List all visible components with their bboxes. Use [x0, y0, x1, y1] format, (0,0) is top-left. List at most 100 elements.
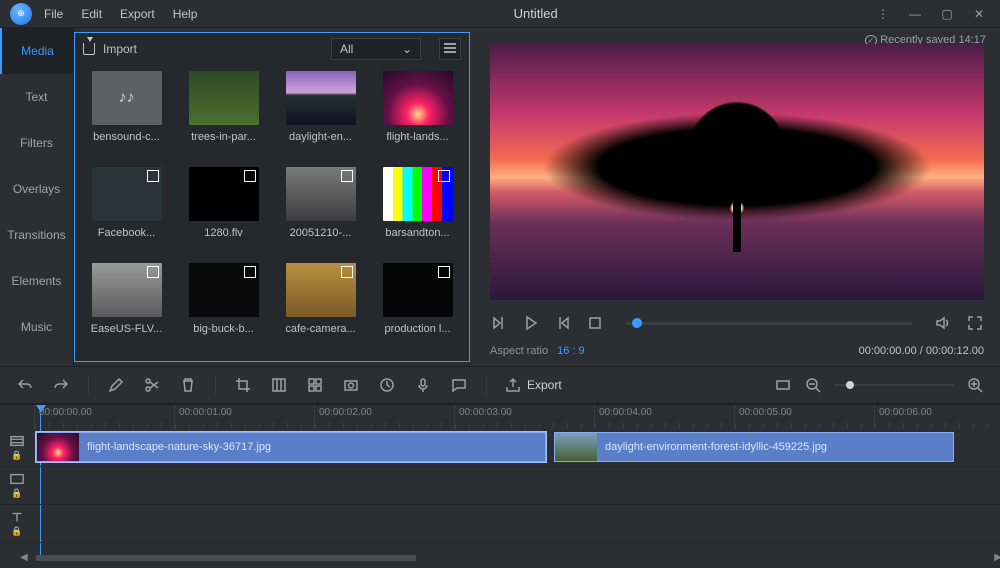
tab-filters[interactable]: Filters [0, 120, 73, 166]
ruler-mark: 00:00:05.00 [734, 405, 874, 429]
media-item[interactable]: daylight-en... [273, 71, 368, 161]
clip-label: daylight-environment-forest-idyllic-4592… [605, 441, 827, 453]
clip-label: flight-landscape-nature-sky-36717.jpg [87, 441, 271, 453]
aspect-value[interactable]: 16 : 9 [557, 345, 585, 357]
text-track-head[interactable]: 🔒 [0, 505, 34, 543]
scroll-right-icon[interactable]: ▶ [994, 552, 1000, 563]
volume-button[interactable] [934, 314, 952, 332]
media-item[interactable]: bensound-c... [79, 71, 174, 161]
video-badge-icon [341, 170, 353, 182]
settings-icon[interactable]: ⋮ [874, 7, 892, 21]
ruler-mark: 00:00:04.00 [594, 405, 734, 429]
zoom-frame-button[interactable] [270, 376, 288, 394]
media-item[interactable]: cafe-camera... [273, 263, 368, 353]
timeline-clip[interactable]: daylight-environment-forest-idyllic-4592… [554, 432, 954, 462]
tab-elements[interactable]: Elements [0, 258, 73, 304]
video-badge-icon [244, 266, 256, 278]
zoom-fit-button[interactable] [774, 376, 792, 394]
ruler-mark: 00:00:00.00 [34, 405, 174, 429]
media-item[interactable]: production l... [370, 263, 465, 353]
media-item[interactable]: big-buck-b... [176, 263, 271, 353]
minimize-button[interactable]: — [906, 7, 924, 21]
timeline-clip[interactable]: flight-landscape-nature-sky-36717.jpg [36, 432, 546, 462]
time-ruler[interactable]: 00:00:00.00 00:00:01.00 00:00:02.00 00:0… [34, 405, 1000, 429]
fullscreen-button[interactable] [966, 314, 984, 332]
duration-button[interactable] [378, 376, 396, 394]
media-item[interactable]: barsandton... [370, 167, 465, 257]
menu-file[interactable]: File [44, 7, 63, 21]
edit-pencil-button[interactable] [107, 376, 125, 394]
scroll-left-icon[interactable]: ◀ [20, 552, 28, 563]
voiceover-button[interactable] [414, 376, 432, 394]
timeline-toolbar: Export [0, 366, 1000, 404]
seek-handle[interactable] [632, 318, 642, 328]
import-button[interactable]: Import [83, 42, 137, 56]
tab-text[interactable]: Text [0, 74, 73, 120]
menu-export[interactable]: Export [120, 7, 155, 21]
media-item[interactable]: 1280.flv [176, 167, 271, 257]
lock-icon[interactable]: 🔒 [11, 450, 22, 461]
media-item[interactable]: 20051210-... [273, 167, 368, 257]
tab-overlays[interactable]: Overlays [0, 166, 73, 212]
video-thumb [189, 263, 259, 317]
lock-icon[interactable]: 🔒 [11, 526, 22, 537]
overlay-track-head[interactable]: 🔒 [0, 467, 34, 505]
preview-canvas[interactable] [490, 44, 984, 300]
image-thumb [286, 71, 356, 125]
clip-thumb [555, 433, 597, 461]
media-item[interactable]: Facebook... [79, 167, 174, 257]
tab-transitions[interactable]: Transitions [0, 212, 73, 258]
zoom-slider[interactable] [834, 384, 954, 386]
text-track[interactable] [34, 505, 1000, 543]
lock-icon[interactable]: 🔒 [11, 488, 22, 499]
zoom-handle[interactable] [846, 381, 854, 389]
snapshot-button[interactable] [342, 376, 360, 394]
menu-edit[interactable]: Edit [81, 7, 102, 21]
zoom-in-button[interactable] [966, 376, 984, 394]
video-thumb [286, 167, 356, 221]
video-track-icon [10, 434, 24, 448]
tab-music[interactable]: Music [0, 304, 73, 350]
audio-thumb [92, 71, 162, 125]
mosaic-button[interactable] [306, 376, 324, 394]
tab-media[interactable]: Media [0, 28, 73, 74]
scrollbar-thumb[interactable] [36, 555, 416, 561]
category-select[interactable]: All ⌄ [331, 38, 421, 60]
import-icon [83, 43, 95, 55]
aspect-label: Aspect ratio [490, 345, 548, 357]
video-thumb [92, 167, 162, 221]
video-track-head[interactable]: 🔒 [0, 429, 34, 467]
overlay-track[interactable] [34, 467, 1000, 505]
split-button[interactable] [143, 376, 161, 394]
menu-help[interactable]: Help [173, 7, 198, 21]
stop-button[interactable] [586, 314, 604, 332]
play-button[interactable] [522, 314, 540, 332]
video-track[interactable]: flight-landscape-nature-sky-36717.jpg da… [34, 429, 1000, 467]
undo-button[interactable] [16, 376, 34, 394]
preview-image [490, 44, 984, 300]
redo-button[interactable] [52, 376, 70, 394]
video-thumb [286, 263, 356, 317]
crop-button[interactable] [234, 376, 252, 394]
speech-button[interactable] [450, 376, 468, 394]
time-display: 00:00:00.00 / 00:00:12.00 [859, 345, 984, 357]
ruler-mark: 00:00:01.00 [174, 405, 314, 429]
video-badge-icon [438, 170, 450, 182]
media-item[interactable]: flight-lands... [370, 71, 465, 161]
video-thumb [383, 167, 453, 221]
prev-frame-button[interactable] [490, 314, 508, 332]
export-label: Export [527, 378, 562, 392]
export-button[interactable]: Export [505, 377, 562, 393]
horizontal-scrollbar[interactable]: ◀ ▶ [36, 552, 986, 564]
seek-slider[interactable] [626, 322, 912, 325]
close-button[interactable]: ✕ [970, 7, 988, 21]
chevron-down-icon: ⌄ [402, 42, 412, 56]
next-frame-button[interactable] [554, 314, 572, 332]
delete-button[interactable] [179, 376, 197, 394]
timeline: 00:00:00.00 00:00:01.00 00:00:02.00 00:0… [0, 404, 1000, 564]
zoom-out-button[interactable] [804, 376, 822, 394]
list-view-toggle[interactable] [439, 38, 461, 60]
maximize-button[interactable]: ▢ [938, 7, 956, 21]
media-item[interactable]: trees-in-par... [176, 71, 271, 161]
media-item[interactable]: EaseUS-FLV... [79, 263, 174, 353]
